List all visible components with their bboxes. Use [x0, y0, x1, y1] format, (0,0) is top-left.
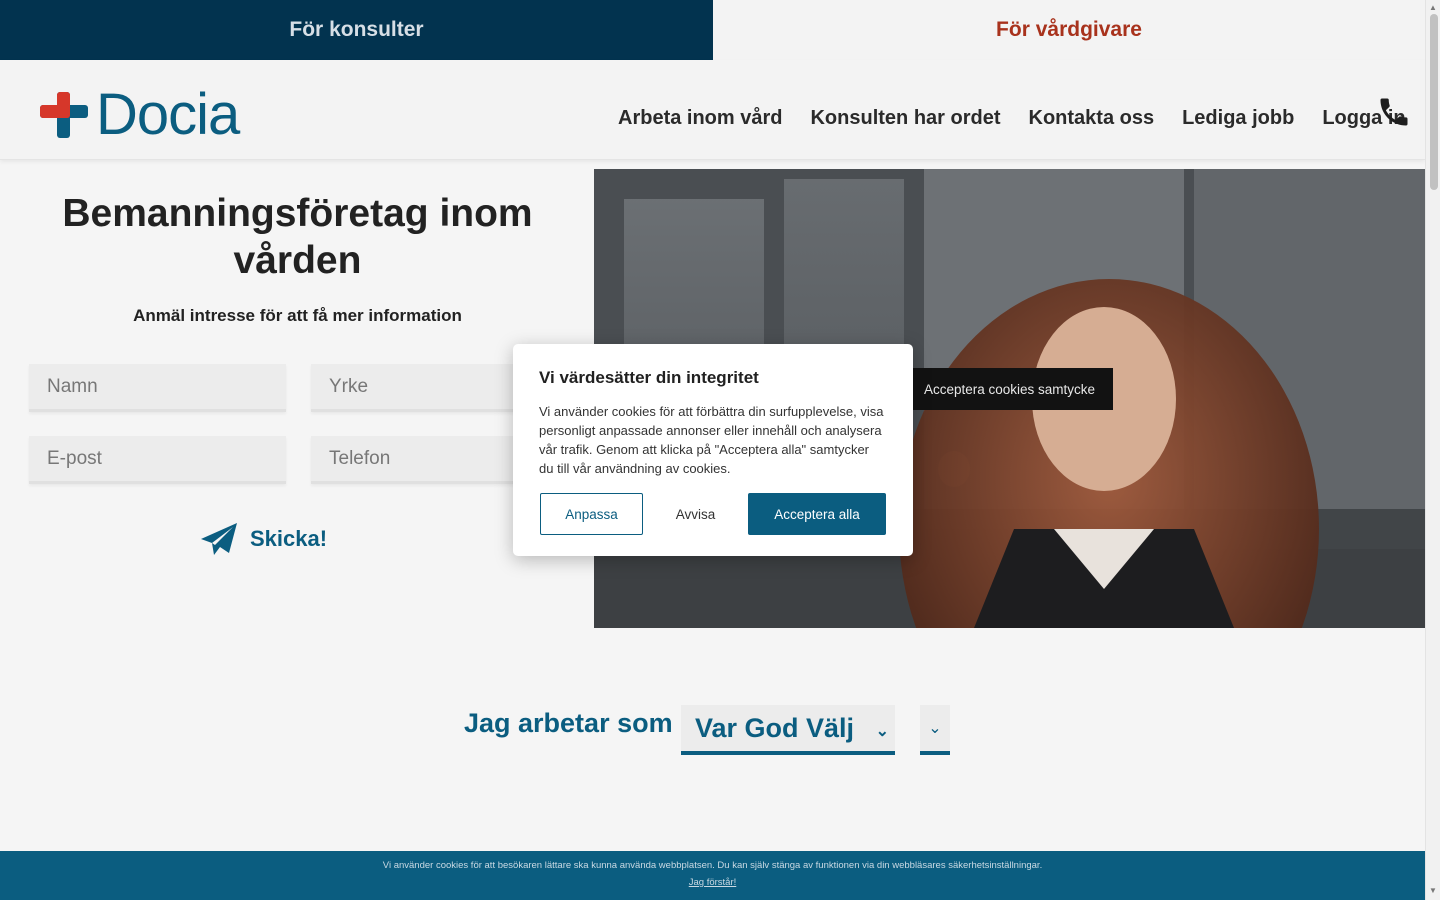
scrollbar-thumb[interactable] [1430, 14, 1438, 190]
page-scrollbar[interactable]: ▲ ▼ [1425, 0, 1440, 900]
accept-all-button[interactable]: Acceptera alla [748, 493, 886, 535]
customize-button[interactable]: Anpassa [540, 493, 643, 535]
consent-modal: Vi värdesätter din integritet Vi använde… [513, 344, 913, 556]
consent-modal-actions: Anpassa Avvisa Acceptera alla [540, 493, 886, 535]
reject-button[interactable]: Avvisa [643, 493, 748, 535]
scroll-up-arrow-icon[interactable]: ▲ [1429, 3, 1437, 12]
consent-modal-body: Vi använder cookies för att förbättra di… [539, 404, 884, 476]
consent-modal-title: Vi värdesätter din integritet [539, 368, 759, 387]
scroll-down-arrow-icon[interactable]: ▼ [1429, 886, 1437, 895]
